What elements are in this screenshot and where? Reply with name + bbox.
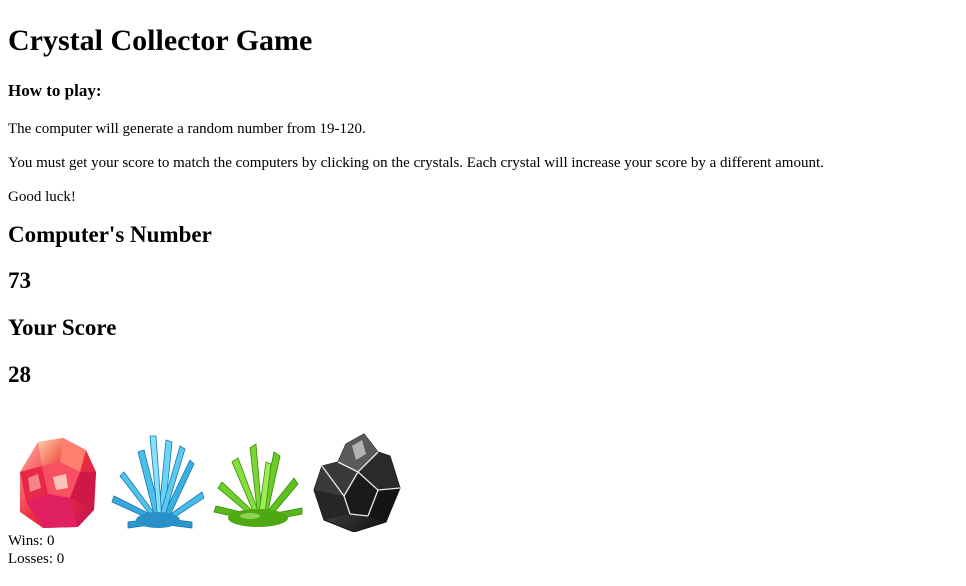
instruction-random-number: The computer will generate a random numb…	[8, 121, 366, 137]
stats-panel: Wins: 0 Losses: 0	[8, 532, 64, 568]
your-score-value: 28	[8, 362, 31, 387]
losses-count: 0	[56, 551, 65, 567]
red-crystal-icon[interactable]	[8, 432, 108, 532]
computer-number-value: 73	[8, 268, 31, 293]
computer-number-label: Computer's Number	[8, 222, 212, 247]
how-to-play-heading: How to play:	[8, 81, 102, 100]
losses-line: Losses: 0	[8, 550, 64, 568]
black-crystal-icon[interactable]	[308, 432, 408, 532]
losses-label: Losses:	[8, 551, 53, 567]
wins-count: 0	[46, 533, 55, 549]
instruction-match-score: You must get your score to match the com…	[8, 155, 824, 171]
wins-line: Wins: 0	[8, 532, 64, 550]
page-title: Crystal Collector Game	[8, 24, 313, 57]
your-score-label: Your Score	[8, 315, 117, 340]
green-crystal-icon[interactable]	[208, 432, 308, 532]
crystal-row	[8, 430, 408, 532]
wins-label: Wins:	[8, 533, 44, 549]
blue-crystal-icon[interactable]	[108, 432, 208, 532]
instruction-good-luck: Good luck!	[8, 189, 76, 205]
page-content: Crystal Collector Game How to play: The …	[8, 0, 958, 388]
